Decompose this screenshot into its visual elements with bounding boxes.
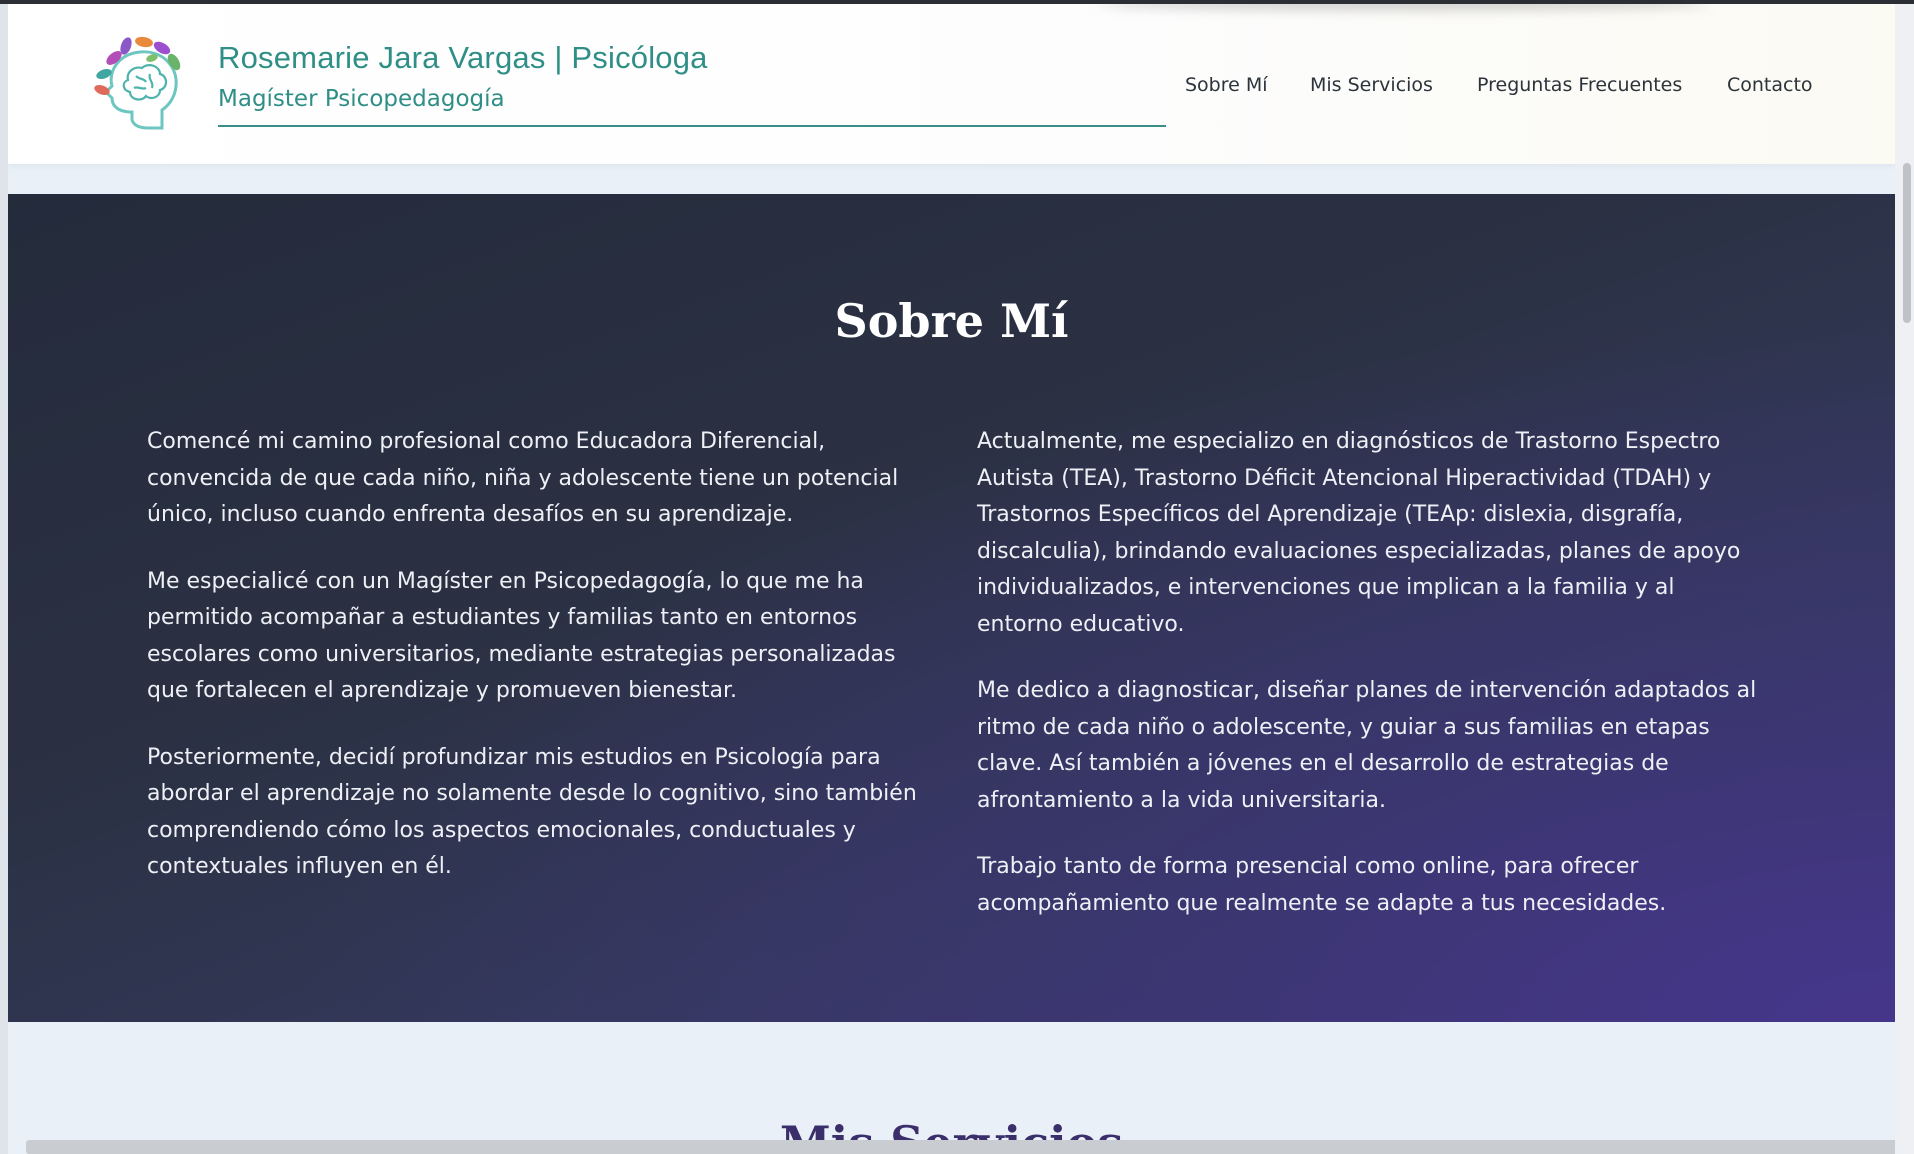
about-paragraph: Me especialicé con un Magíster en Psicop… [147,568,896,704]
horizontal-scrollbar[interactable] [26,1140,1895,1154]
site-header: Rosemarie Jara Vargas | Psicóloga Magíst… [8,4,1895,164]
vertical-scrollbar-thumb[interactable] [1903,163,1911,323]
about-paragraph: Posteriormente, decidí profundizar mis e… [147,744,917,880]
about-paragraph: Trabajo tanto de forma presencial como o… [977,854,1667,916]
about-paragraph: Me dedico a diagnosticar, diseñar planes… [977,678,1757,813]
nav-link-sobre-mi[interactable]: Sobre Mí [1185,74,1268,96]
about-right-column: Actualmente, me especializo en diagnósti… [977,424,1757,952]
nav-link-preguntas-frecuentes[interactable]: Preguntas Frecuentes [1477,74,1682,96]
about-paragraph: Actualmente, me especializo en diagnósti… [977,429,1741,637]
about-title: Sobre Mí [834,294,1069,348]
about-left-column: Comencé mi camino profesional como Educa… [147,424,932,916]
about-section: Sobre Mí Comencé mi camino profesional c… [8,194,1895,1022]
brain-leaves-logo-icon[interactable] [88,32,192,136]
nav-link-mis-servicios[interactable]: Mis Servicios [1310,74,1433,96]
brand-underline [218,125,1166,127]
page: Rosemarie Jara Vargas | Psicóloga Magíst… [8,4,1895,1154]
brand-title[interactable]: Rosemarie Jara Vargas | Psicóloga [218,40,708,76]
nav-link-contacto[interactable]: Contacto [1727,74,1813,96]
header-shadow [1098,4,1708,10]
brand-subtitle: Magíster Psicopedagogía [218,86,505,112]
about-paragraph: Comencé mi camino profesional como Educa… [147,429,899,527]
